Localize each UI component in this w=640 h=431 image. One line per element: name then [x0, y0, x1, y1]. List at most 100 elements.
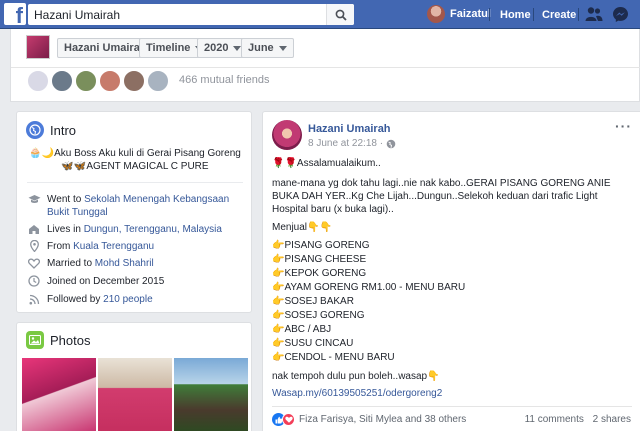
avatar[interactable]: [123, 70, 145, 92]
photo-thumbnail[interactable]: [98, 358, 172, 431]
roses-emoji-icon: 🌹🌹: [272, 158, 297, 169]
home-icon: [27, 223, 41, 235]
menu-item-text: SOSEJ GORENG: [284, 310, 365, 321]
heart-icon: [27, 257, 41, 269]
menu-item-text: SUSU CINCAU: [284, 338, 354, 349]
menu-item: 👉SOSEJ BAKAR: [272, 296, 354, 307]
intro-lives-in: Lives in Dungun, Terengganu, Malaysia: [27, 223, 243, 236]
reactions-summary[interactable]: Fiza Farisya, Siti Mylea and 38 others: [272, 413, 466, 426]
post-closing: nak tempoh dulu pun boleh..wasap👇: [272, 370, 636, 383]
menu-item: 👉AYAM GORENG RM1.00 - MENU BARU: [272, 282, 466, 293]
rss-icon: [27, 293, 41, 305]
avatar[interactable]: [272, 120, 302, 150]
post-author[interactable]: Hazani Umairah: [308, 123, 391, 135]
menu-item-text: CENDOL - MENU BARU: [284, 352, 395, 363]
lives-link[interactable]: Dungun, Terengganu, Malaysia: [84, 224, 222, 235]
home-link[interactable]: Home: [500, 9, 531, 21]
menu-item-text: KEPOK GORENG: [284, 268, 367, 279]
top-navigation-bar: f Hazani Umairah Faizatul Home Create: [0, 0, 640, 29]
post-greeting: 🌹🌹Assalamualaikum..: [272, 157, 636, 170]
avatar[interactable]: [51, 70, 73, 92]
education-prefix: Went to: [47, 194, 85, 205]
facebook-logo-icon[interactable]: f: [4, 3, 26, 27]
profile-header-strip: Hazani Umairah Timeline 2020 June 466 mu…: [10, 29, 640, 102]
menu-item: 👉ABC / ABJ: [272, 324, 332, 335]
mutual-friends-avatars: [27, 70, 171, 92]
intro-card: Intro 🧁🌙Aku Boss Aku kuli di Gerai Pisan…: [16, 111, 252, 313]
create-link[interactable]: Create: [542, 9, 576, 21]
joined-text: Joined on December 2015: [47, 276, 165, 287]
avatar[interactable]: [75, 70, 97, 92]
divider: [11, 67, 640, 68]
friend-requests-icon[interactable]: [585, 6, 603, 22]
married-prefix: Married to: [47, 258, 95, 269]
menu-item-text: PISANG CHEESE: [284, 254, 367, 265]
menu-item: 👉PISANG CHEESE: [272, 254, 367, 265]
search-button[interactable]: [326, 4, 354, 25]
post-external-link[interactable]: Wasap.my/60139505251/odergoreng2: [272, 388, 442, 399]
menu-item-text: SOSEJ BAKAR: [284, 296, 354, 307]
intro-joined: Joined on December 2015: [27, 275, 243, 288]
bio-line-2: AGENT MAGICAL C PURE: [86, 161, 209, 172]
profile-shortcut-name: Faizatul: [450, 8, 491, 20]
location-pin-icon: [27, 240, 41, 252]
love-reaction-icon: [282, 413, 295, 426]
greeting-text: Assalamualaikum..: [296, 158, 381, 169]
post-body: mane-mana yg dok tahu lagi..nie nak kabo…: [272, 178, 611, 215]
year-label: 2020: [204, 42, 229, 54]
avatar[interactable]: [26, 35, 50, 59]
menu-item: 👉SOSEJ GORENG: [272, 310, 365, 321]
menu-item: 👉CENDOL - MENU BARU: [272, 352, 395, 363]
avatar[interactable]: [99, 70, 121, 92]
nav-divider: [578, 8, 579, 21]
shares-count[interactable]: 2 shares: [593, 414, 631, 425]
month-dropdown[interactable]: June: [241, 38, 294, 58]
search-icon: [335, 9, 347, 21]
profile-shortcut[interactable]: Faizatul: [427, 5, 491, 23]
intro-from: From Kuala Terengganu: [27, 240, 243, 253]
graduation-cap-icon: [27, 193, 41, 205]
intro-title: Intro: [50, 122, 77, 138]
intro-header: Intro: [26, 121, 76, 139]
post-timestamp[interactable]: 8 June at 22:18 ·: [308, 138, 396, 149]
followers-link[interactable]: 210 people: [103, 294, 153, 305]
photos-card: Photos: [16, 322, 252, 431]
menu-item-text: PISANG GORENG: [284, 240, 370, 251]
menu-item: 👉KEPOK GORENG: [272, 268, 367, 279]
menu-item-text: ABC / ABJ: [284, 324, 332, 335]
nav-divider: [489, 8, 490, 21]
menu-item-text: AYAM GORENG RM1.00 - MENU BARU: [284, 282, 466, 293]
month-label: June: [248, 42, 274, 54]
reactions-names: Fiza Farisya, Siti Mylea and 38 others: [299, 414, 467, 425]
clock-icon: [27, 275, 41, 287]
cupcake-emoji-icon: 🧁🌙: [29, 148, 55, 159]
avatar[interactable]: [27, 70, 49, 92]
public-globe-icon: [386, 139, 396, 148]
bio-line-1: Aku Boss Aku kuli di Gerai Pisang Goreng: [54, 148, 241, 159]
post-menu-title: Menjual👇👇: [272, 221, 636, 234]
from-link[interactable]: Kuala Terengganu: [73, 241, 154, 252]
married-link[interactable]: Mohd Shahril: [95, 258, 154, 269]
photos-title: Photos: [50, 332, 91, 348]
more-options-icon[interactable]: ···: [615, 118, 632, 134]
comments-count[interactable]: 11 comments: [525, 414, 584, 425]
search-box[interactable]: Hazani Umairah: [28, 4, 354, 25]
closing-text: nak tempoh dulu pun boleh..wasap: [272, 371, 428, 382]
search-input[interactable]: Hazani Umairah: [28, 8, 326, 22]
profile-name-label: Hazani Umairah: [64, 42, 147, 54]
mutual-friends-count[interactable]: 466 mutual friends: [179, 74, 270, 86]
messenger-icon[interactable]: [612, 6, 629, 23]
nav-divider: [533, 8, 534, 21]
intro-bio: 🧁🌙Aku Boss Aku kuli di Gerai Pisang Gore…: [27, 147, 243, 173]
pointing-down-emoji-icon: 👇: [427, 371, 440, 382]
photos-header: Photos: [26, 331, 90, 349]
menu-item: 👉PISANG GORENG: [272, 240, 370, 251]
avatar[interactable]: [147, 70, 169, 92]
photo-icon: [26, 331, 44, 349]
menu-title-text: Menjual: [272, 222, 308, 233]
photo-thumbnail[interactable]: [174, 358, 248, 431]
sparkle-emoji-icon: 🦋🦋: [61, 161, 87, 172]
globe-icon: [26, 121, 44, 139]
photo-thumbnail[interactable]: [22, 358, 96, 431]
divider: [272, 406, 632, 407]
